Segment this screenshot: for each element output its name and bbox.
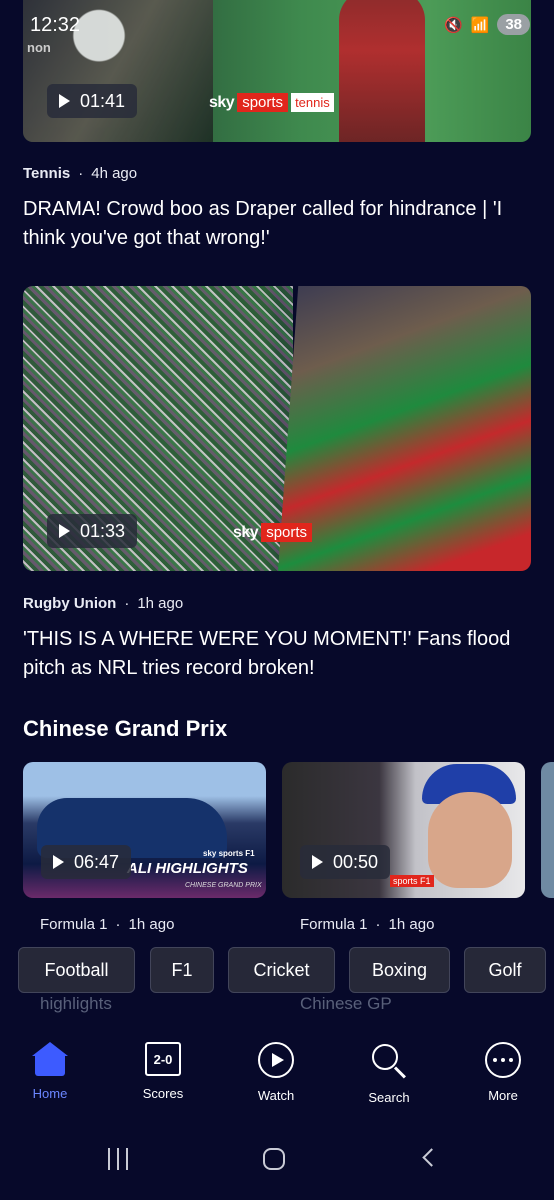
thumbnail-players-image: [278, 286, 531, 571]
play-icon: [53, 855, 64, 869]
card-category: Formula 1: [300, 916, 368, 933]
article-meta: Tennis · 4h ago: [23, 165, 137, 182]
chip-cricket[interactable]: Cricket: [228, 947, 335, 993]
status-icons: 🔇 📶 38: [444, 14, 530, 35]
card-time: 1h ago: [388, 916, 435, 933]
battery-indicator: 38: [497, 14, 530, 35]
nav-search[interactable]: Search: [344, 1042, 434, 1105]
bottom-navigation: Home 2-0 Scores Watch Search More: [0, 1018, 554, 1114]
status-bar: 12:32 🔇 📶 38: [0, 0, 554, 52]
carousel-card-thumbnail[interactable]: sports F1 00:50: [282, 762, 525, 898]
play-icon: [59, 524, 70, 538]
home-icon: [31, 1042, 69, 1076]
chip-football[interactable]: Football: [18, 947, 135, 993]
card-meta: Formula 1 · 1h ago: [40, 916, 174, 933]
thumbnail-driver-image: [428, 792, 512, 888]
wifi-icon: 📶: [470, 16, 490, 34]
sky-sports-f1-logo: sky sports F1: [203, 849, 255, 858]
play-icon: [312, 855, 323, 869]
play-circle-icon: [258, 1042, 294, 1078]
logo-sky: sky: [209, 93, 235, 111]
section-title: Chinese Grand Prix: [23, 716, 228, 741]
scores-icon: 2-0: [145, 1042, 181, 1076]
chip-f1[interactable]: F1: [150, 947, 214, 993]
duration-text: 01:41: [80, 90, 126, 111]
duration-text: 06:47: [74, 851, 120, 872]
nav-label: Watch: [257, 1088, 295, 1103]
system-navigation-bar: [0, 1114, 554, 1200]
play-icon: [59, 94, 70, 108]
card-title-partial: highlights: [40, 994, 112, 1013]
logo-sports: sports: [261, 523, 313, 542]
sky-sports-logo: sky sports: [233, 523, 313, 542]
nav-label: Home: [32, 1086, 68, 1101]
duration-text: 00:50: [333, 851, 379, 872]
nav-more[interactable]: More: [458, 1042, 548, 1103]
logo-sports: sports: [237, 93, 289, 112]
carousel-card-thumbnail[interactable]: ALI HIGHLIGHTS CHINESE GRAND PRIX sky sp…: [23, 762, 266, 898]
sky-sports-f1-logo: sports F1: [390, 875, 434, 887]
nav-label: More: [488, 1088, 518, 1103]
mute-icon: 🔇: [443, 16, 463, 34]
nav-label: Scores: [142, 1086, 184, 1101]
search-icon: [370, 1042, 408, 1080]
card-time: 1h ago: [128, 916, 175, 933]
article-category: Rugby Union: [23, 595, 117, 612]
card-category: Formula 1: [40, 916, 108, 933]
article-headline[interactable]: 'THIS IS A WHERE WERE YOU MOMENT!' Fans …: [23, 625, 533, 683]
nav-home[interactable]: Home: [5, 1042, 95, 1101]
card-title-partial: Chinese GP: [300, 994, 392, 1013]
sky-sports-tennis-logo: sky sports tennis: [209, 93, 334, 112]
back-icon[interactable]: [422, 1148, 441, 1167]
nav-label: Search: [368, 1090, 410, 1105]
meta-separator: ·: [375, 916, 381, 933]
nav-scores[interactable]: 2-0 Scores: [118, 1042, 208, 1101]
article-time: 4h ago: [91, 165, 138, 182]
meta-separator: ·: [124, 595, 130, 612]
article-time: 1h ago: [137, 595, 184, 612]
chip-golf[interactable]: Golf: [464, 947, 546, 993]
meta-separator: ·: [115, 916, 121, 933]
logo-sky: sky: [233, 523, 259, 541]
video-duration-badge: 01:41: [47, 84, 138, 118]
logo-sub: tennis: [291, 93, 334, 112]
article-meta: Rugby Union · 1h ago: [23, 595, 183, 612]
video-duration-badge: 01:33: [47, 514, 138, 548]
video-duration-badge: 00:50: [300, 845, 391, 879]
status-time: 12:32: [30, 14, 81, 36]
thumbnail-overlay-title: ALI HIGHLIGHTS: [127, 860, 248, 877]
chip-boxing[interactable]: Boxing: [349, 947, 450, 993]
system-home-icon[interactable]: [263, 1148, 285, 1170]
video-duration-badge: 06:47: [41, 845, 132, 879]
card-meta: Formula 1 · 1h ago: [300, 916, 434, 933]
recents-icon[interactable]: [108, 1148, 128, 1170]
article-thumbnail-rugby[interactable]: 01:33 sky sports: [23, 286, 531, 571]
duration-text: 01:33: [80, 520, 126, 541]
thumbnail-overlay-subtitle: CHINESE GRAND PRIX: [185, 882, 262, 889]
article-headline[interactable]: DRAMA! Crowd boo as Draper called for hi…: [23, 195, 533, 253]
meta-separator: ·: [78, 165, 84, 182]
nav-watch[interactable]: Watch: [231, 1042, 321, 1103]
more-icon: [485, 1042, 521, 1078]
carousel-card-thumbnail-partial[interactable]: [541, 762, 554, 898]
article-category: Tennis: [23, 165, 71, 182]
